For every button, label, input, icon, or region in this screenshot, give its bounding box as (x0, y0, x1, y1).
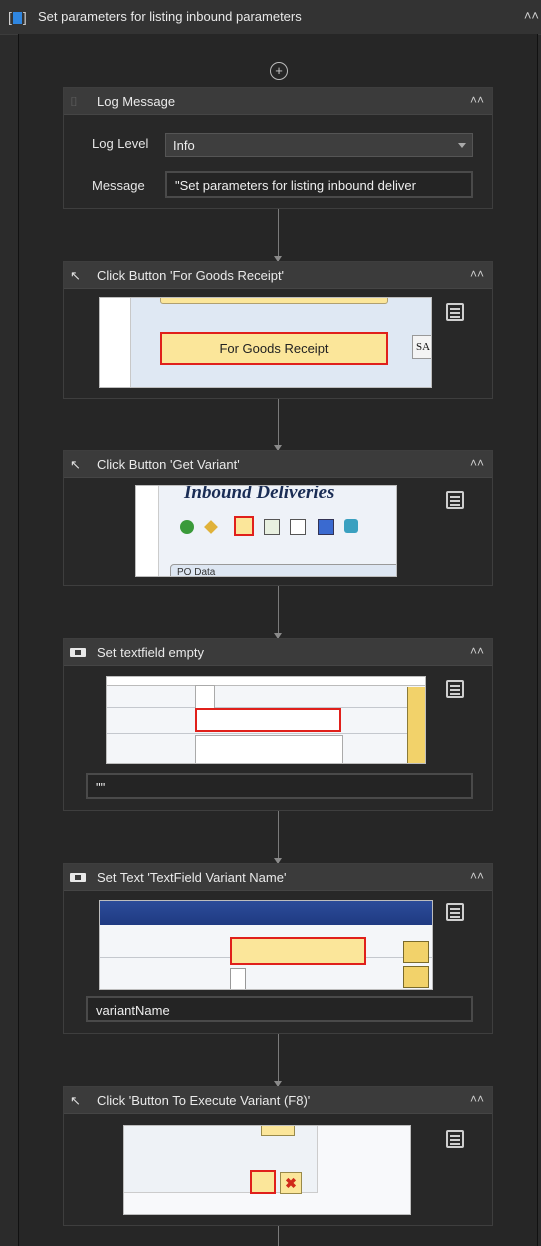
info-icon (318, 519, 334, 535)
activity-header[interactable]: ↖ Click Button 'For Goods Receipt' ˄˄ (64, 262, 492, 289)
connector (274, 586, 282, 639)
settings-icon (344, 519, 358, 533)
connector (274, 811, 282, 864)
connector (274, 399, 282, 451)
connector (278, 1226, 279, 1246)
connector (274, 1034, 282, 1087)
variant-name-input[interactable]: variantName (86, 996, 473, 1022)
activity-title: Log Message (97, 94, 176, 109)
cancel-icon: ✖ (280, 1172, 302, 1194)
menu-icon[interactable] (446, 1130, 464, 1148)
diamond-icon (204, 520, 218, 534)
execute-icon (180, 520, 194, 534)
textfield-highlight (195, 708, 341, 732)
log-level-label: Log Level (92, 136, 149, 151)
add-activity-button[interactable]: + (270, 62, 288, 80)
activity-header[interactable]: Set textfield empty ˄˄ (64, 639, 492, 666)
activity-title: Click 'Button To Execute Variant (F8)' (97, 1093, 311, 1108)
log-level-select[interactable]: Info (165, 133, 473, 157)
cursor-icon: ↖ (70, 268, 81, 283)
menu-icon[interactable] (446, 491, 464, 509)
log-message-icon: ⌷ (70, 94, 78, 109)
log-level-value: Info (173, 138, 195, 153)
target-screenshot[interactable]: ✖ (123, 1125, 411, 1215)
activity-title: Set Text 'TextField Variant Name' (97, 870, 287, 885)
goods-receipt-button-preview: For Goods Receipt (160, 332, 388, 365)
activity-header[interactable]: ⌷ Log Message ˄˄ (64, 88, 492, 115)
menu-icon[interactable] (446, 303, 464, 321)
get-variant-icon (234, 516, 254, 536)
type-into-icon (70, 873, 86, 882)
side-field-preview: SA (412, 335, 431, 359)
sequence-header[interactable]: [] Set parameters for listing inbound pa… (0, 0, 541, 35)
target-screenshot[interactable] (106, 676, 426, 764)
text-input-empty[interactable]: "" (86, 773, 473, 799)
sap-toolbar-preview (180, 516, 390, 540)
target-screenshot[interactable]: Inbound Deliveries PO Data (135, 485, 397, 577)
sequence-icon: [] (8, 9, 27, 25)
activity-header[interactable]: ↖ Click Button 'Get Variant' ˄˄ (64, 451, 492, 478)
collapse-icon[interactable]: ˄˄ (470, 1092, 484, 1106)
activity-header[interactable]: Set Text 'TextField Variant Name' ˄˄ (64, 864, 492, 891)
collapse-icon[interactable]: ˄˄ (470, 267, 484, 281)
activity-title: Click Button 'For Goods Receipt' (97, 268, 285, 283)
collapse-icon[interactable]: ˄˄ (470, 644, 484, 658)
sequence-title: Set parameters for listing inbound param… (38, 9, 302, 24)
menu-icon[interactable] (446, 680, 464, 698)
cursor-icon: ↖ (70, 1093, 81, 1108)
type-into-icon (70, 648, 86, 657)
execute-icon (250, 1170, 276, 1194)
target-screenshot[interactable] (99, 900, 433, 990)
activity-title: Set textfield empty (97, 645, 204, 660)
collapse-icon[interactable]: ˄˄ (524, 8, 539, 23)
connector (274, 209, 282, 262)
activity-title: Click Button 'Get Variant' (97, 457, 240, 472)
chevron-down-icon[interactable] (458, 143, 466, 148)
sap-tab-preview: PO Data (170, 564, 396, 576)
collapse-icon[interactable]: ˄˄ (470, 93, 484, 107)
menu-icon[interactable] (446, 903, 464, 921)
cursor-icon: ↖ (70, 457, 81, 472)
sap-heading-preview: Inbound Deliveries (184, 485, 335, 503)
target-screenshot[interactable]: For Goods Receipt SA (99, 297, 432, 388)
collapse-icon[interactable]: ˄˄ (470, 869, 484, 883)
activity-header[interactable]: ↖ Click 'Button To Execute Variant (F8)'… (64, 1087, 492, 1114)
collapse-icon[interactable]: ˄˄ (470, 456, 484, 470)
message-label: Message (92, 178, 145, 193)
variant-name-highlight (230, 937, 366, 965)
grid-icon (264, 519, 280, 535)
list-icon (290, 519, 306, 535)
message-input[interactable]: "Set parameters for listing inbound deli… (165, 171, 473, 198)
